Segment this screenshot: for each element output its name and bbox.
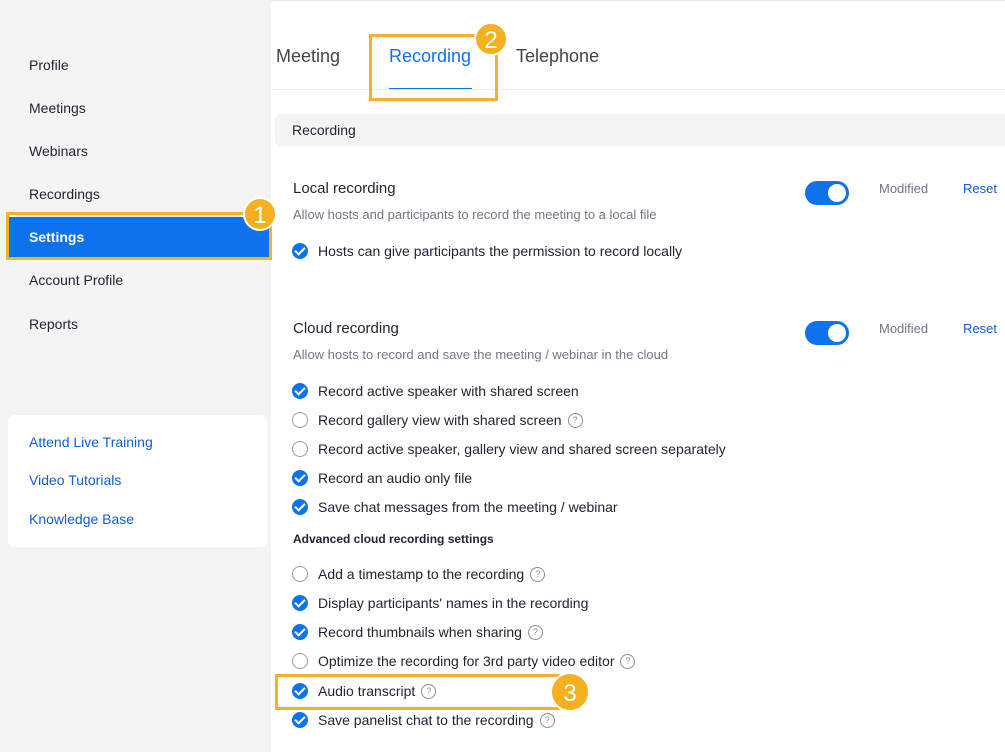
video-tutorials-link[interactable]: Video Tutorials: [29, 472, 121, 488]
checkbox-checked[interactable]: [292, 595, 308, 611]
option-label: Record active speaker with shared screen: [318, 383, 579, 399]
option-label: Save chat messages from the meeting / we…: [318, 499, 618, 515]
option-save-chat-messages[interactable]: Save chat messages from the meeting / we…: [292, 497, 618, 517]
local-recording-description: Allow hosts and participants to record t…: [293, 207, 657, 222]
option-label: Save panelist chat to the recording: [318, 712, 534, 728]
checkbox-unchecked[interactable]: [292, 566, 308, 582]
checkbox-checked[interactable]: [292, 383, 308, 399]
step-badge-3: 3: [550, 672, 590, 712]
advanced-settings-heading: Advanced cloud recording settings: [293, 532, 494, 546]
cloud-recording-title: Cloud recording: [293, 320, 399, 337]
sidebar-item-recordings[interactable]: Recordings: [8, 174, 270, 214]
checkbox-checked[interactable]: [292, 712, 308, 728]
help-icon[interactable]: ?: [620, 653, 636, 669]
local-recording-status: Modified: [879, 181, 929, 196]
tab-meeting[interactable]: Meeting: [276, 46, 340, 67]
highlight-box-settings: [6, 212, 272, 260]
checkbox-unchecked[interactable]: [292, 653, 308, 669]
option-record-gallery-view[interactable]: Record gallery view with shared screen ?: [292, 410, 583, 430]
option-display-participant-names[interactable]: Display participants' names in the recor…: [292, 593, 588, 613]
cloud-recording-toggle[interactable]: [805, 321, 849, 345]
attend-live-training-link[interactable]: Attend Live Training: [29, 434, 153, 450]
option-record-thumbnails[interactable]: Record thumbnails when sharing ?: [292, 622, 543, 642]
step-badge-1: 1: [243, 197, 277, 231]
option-add-timestamp[interactable]: Add a timestamp to the recording ?: [292, 564, 546, 584]
option-label: Record gallery view with shared screen: [318, 412, 562, 428]
sidebar-item-meetings[interactable]: Meetings: [8, 88, 270, 128]
option-label: Hosts can give participants the permissi…: [318, 243, 683, 259]
help-icon[interactable]: ?: [527, 624, 543, 640]
sidebar-item-account-profile[interactable]: Account Profile: [8, 260, 270, 300]
help-icon[interactable]: ?: [530, 566, 546, 582]
sidebar-item-reports[interactable]: Reports: [8, 304, 270, 344]
local-recording-toggle[interactable]: [805, 181, 849, 205]
sidebar-item-profile[interactable]: Profile: [8, 45, 270, 85]
option-record-separately[interactable]: Record active speaker, gallery view and …: [292, 439, 726, 459]
option-hosts-permission-record-locally[interactable]: Hosts can give participants the permissi…: [292, 241, 682, 261]
option-optimize-3rd-party[interactable]: Optimize the recording for 3rd party vid…: [292, 651, 636, 671]
option-label: Display participants' names in the recor…: [318, 595, 589, 611]
option-save-panelist-chat[interactable]: Save panelist chat to the recording ?: [292, 710, 555, 730]
option-label: Record active speaker, gallery view and …: [318, 441, 726, 457]
checkbox-unchecked[interactable]: [292, 441, 308, 457]
toggle-knob: [828, 324, 846, 342]
sidebar-item-webinars[interactable]: Webinars: [8, 131, 270, 171]
option-record-audio-only[interactable]: Record an audio only file: [292, 468, 472, 488]
knowledge-base-link[interactable]: Knowledge Base: [29, 511, 134, 527]
checkbox-checked[interactable]: [292, 499, 308, 515]
local-recording-reset-link[interactable]: Reset: [963, 181, 997, 196]
option-label: Add a timestamp to the recording: [318, 566, 525, 582]
option-record-active-speaker[interactable]: Record active speaker with shared screen: [292, 381, 579, 401]
option-label: Optimize the recording for 3rd party vid…: [318, 653, 615, 669]
highlight-box-audio-transcript: [275, 674, 560, 710]
checkbox-checked[interactable]: [292, 243, 308, 259]
checkbox-checked[interactable]: [292, 624, 308, 640]
checkbox-unchecked[interactable]: [292, 412, 308, 428]
help-icon[interactable]: ?: [539, 712, 555, 728]
cloud-recording-reset-link[interactable]: Reset: [963, 321, 997, 336]
tab-telephone[interactable]: Telephone: [516, 46, 599, 67]
help-links-card: Attend Live Training Video Tutorials Kno…: [8, 415, 267, 547]
sidebar: Profile Meetings Webinars Recordings Set…: [0, 0, 271, 752]
cloud-recording-description: Allow hosts to record and save the meeti…: [293, 347, 669, 362]
step-badge-2: 2: [474, 22, 508, 56]
option-label: Record thumbnails when sharing: [318, 624, 522, 640]
toggle-knob: [828, 184, 846, 202]
help-icon[interactable]: ?: [567, 412, 583, 428]
cloud-recording-status: Modified: [879, 321, 929, 336]
local-recording-title: Local recording: [293, 180, 396, 197]
section-header-recording: Recording: [275, 114, 1005, 146]
option-label: Record an audio only file: [318, 470, 473, 486]
checkbox-checked[interactable]: [292, 470, 308, 486]
